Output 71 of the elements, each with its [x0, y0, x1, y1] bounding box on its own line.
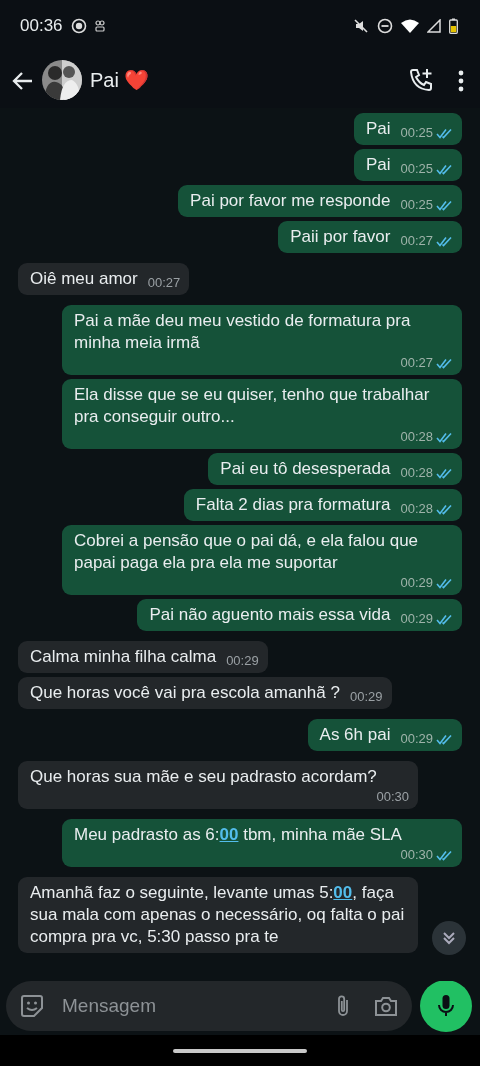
message-time: 00:30 [376, 789, 409, 805]
message-bubble[interactable]: Meu padrasto as 6:00 tbm, minha mãe SLA 00:30 [62, 819, 462, 867]
message-bubble[interactable]: Ela disse que se eu quiser, tenho que trabalhar pra conseguir outro... 00:28 [62, 379, 462, 449]
message-text: As 6h pai [319, 724, 391, 746]
contact-name[interactable]: Pai ❤ [90, 65, 150, 95]
double-chevron-down-icon[interactable] [441, 930, 457, 946]
camera-icon[interactable] [374, 995, 398, 1017]
wifi-icon [401, 19, 419, 33]
message-time: 00:25 [400, 125, 433, 141]
microphone-icon[interactable] [437, 994, 455, 1018]
message-time: 00:29 [226, 653, 259, 669]
message-text: Pai [365, 118, 391, 140]
message-text: Que horas sua mãe e seu padrasto acordam? [30, 766, 377, 788]
message-text: Calma minha filha calma [30, 646, 217, 668]
message-text: Amanhã faz o seguinte, levante umas 5:00, faça sua mala com apenas o necessário, oq falta o pai compra pra vc, 5:30 passo pra te [30, 882, 406, 948]
signal-icon [427, 19, 441, 33]
message-bubble[interactable]: Amanhã faz o seguinte, levante umas 5:00, faça sua mala com apenas o necessário, oq falta o pai compra pra vc, 5:30 passo pra te [18, 877, 418, 953]
do-not-disturb-icon [377, 18, 393, 34]
message-time: 00:30 [400, 847, 433, 863]
message-time: 00:28 [400, 429, 433, 445]
message-text: Pai não aguento mais essa vida [149, 604, 391, 626]
back-icon[interactable] [12, 70, 34, 91]
scroll-down-button[interactable] [432, 921, 466, 955]
message-input-bar[interactable]: Mensagem [6, 981, 412, 1031]
home-indicator[interactable] [173, 1048, 307, 1053]
message-bubble[interactable]: Pai por favor me responde 00:25 [178, 185, 462, 217]
message-text: Ela disse que se eu quiser, tenho que trabalhar pra conseguir outro... [74, 384, 431, 428]
record-icon [70, 18, 87, 34]
message-bubble[interactable]: Pai a mãe deu meu vestido de formatura pra minha meia irmã 00:27 [62, 305, 462, 375]
message-time: 00:28 [400, 501, 433, 517]
message-time: 00:29 [349, 689, 383, 705]
message-text: Pai a mãe deu meu vestido de formatura pra minha meia irmã [74, 310, 412, 354]
attach-icon[interactable] [336, 994, 350, 1018]
message-bubble[interactable]: Oiê meu amor 00:27 [18, 263, 190, 295]
message-text: Pai por favor me responde [190, 190, 391, 212]
voice-message-button[interactable] [420, 980, 472, 1032]
message-time: 00:29 [400, 575, 433, 591]
message-time: 00:27 [400, 355, 433, 371]
message-bubble[interactable]: Calma minha filha calma 00:29 [18, 641, 268, 673]
message-bubble[interactable]: Falta 2 dias pra formatura 00:28 [183, 489, 462, 521]
message-bubble[interactable]: Cobrei a pensão que o pai dá, e ela falou que papai paga ela pra ela me suportar 00:29 [62, 525, 462, 595]
message-text: Paii por favor [290, 226, 391, 248]
message-time: 00:27 [400, 233, 433, 249]
message-text: Oiê meu amor [30, 268, 138, 290]
status-time: 00:36 [20, 15, 63, 38]
message-bubble[interactable]: Pai 00:25 [353, 149, 462, 181]
message-time: 00:29 [400, 611, 433, 627]
time-link[interactable]: 00 [333, 883, 353, 902]
message-bubble[interactable]: Pai não aguento mais essa vida 00:29 [137, 599, 462, 631]
message-bubble[interactable]: Que horas sua mãe e seu padrasto acordam? 00:30 [18, 761, 418, 809]
message-text: Falta 2 dias pra formatura [195, 494, 391, 516]
message-bubble[interactable]: As 6h pai 00:29 [307, 719, 462, 751]
time-link[interactable]: 00 [219, 825, 239, 844]
message-bubble[interactable]: Paii por favor 00:27 [278, 221, 462, 253]
message-time: 00:25 [400, 161, 433, 177]
message-bubble[interactable]: Pai eu tô desesperada 00:28 [208, 453, 462, 485]
message-time: 00:27 [147, 275, 181, 291]
message-text: Pai eu tô desesperada [220, 458, 391, 480]
message-text: Pai [365, 154, 391, 176]
message-time: 00:29 [400, 731, 433, 747]
message-text: Meu padrasto as 6:00 tbm, minha mãe SLA [74, 824, 402, 846]
message-bubble[interactable]: Pai 00:25 [353, 113, 462, 145]
message-bubble[interactable]: Que horas você vai pra escola amanhã ? 00:29 [18, 677, 392, 709]
message-time: 00:25 [400, 197, 433, 213]
mute-icon [353, 18, 369, 34]
battery-icon [449, 18, 458, 34]
notification-icon [94, 20, 105, 32]
message-time: 00:28 [400, 465, 433, 481]
message-text: Que horas você vai pra escola amanhã ? [30, 682, 340, 704]
sticker-icon[interactable] [20, 994, 44, 1018]
message-text: Cobrei a pensão que o pai dá, e ela falou que papai paga ela pra ela me suportar [74, 530, 420, 574]
